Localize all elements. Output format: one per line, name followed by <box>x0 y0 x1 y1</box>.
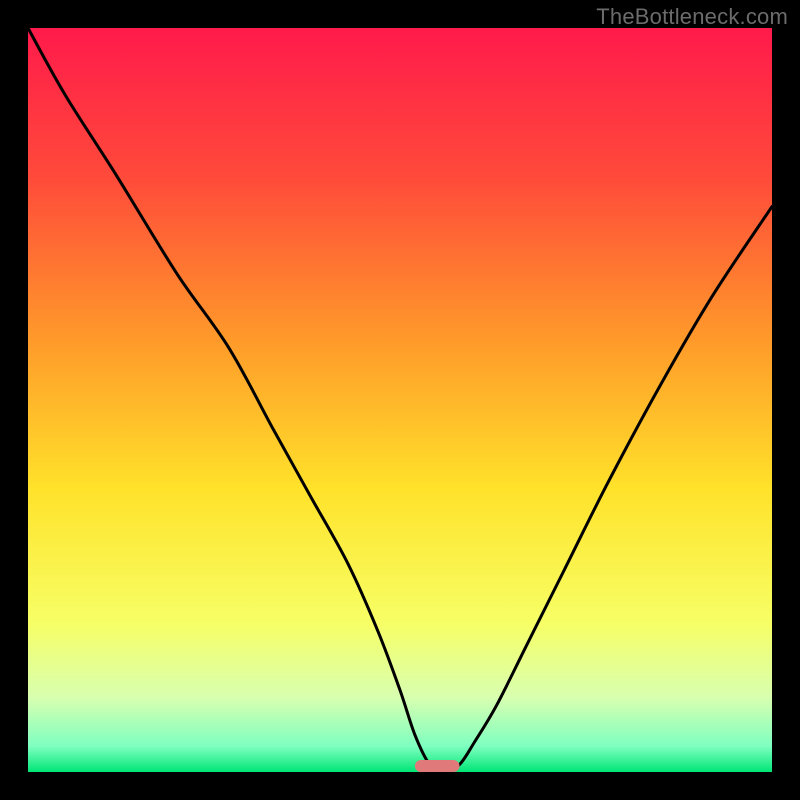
chart-frame: TheBottleneck.com <box>0 0 800 800</box>
bottleneck-chart <box>28 28 772 772</box>
watermark-text: TheBottleneck.com <box>596 4 788 30</box>
gradient-background <box>28 28 772 772</box>
optimum-marker <box>415 760 460 772</box>
plot-area <box>28 28 772 772</box>
